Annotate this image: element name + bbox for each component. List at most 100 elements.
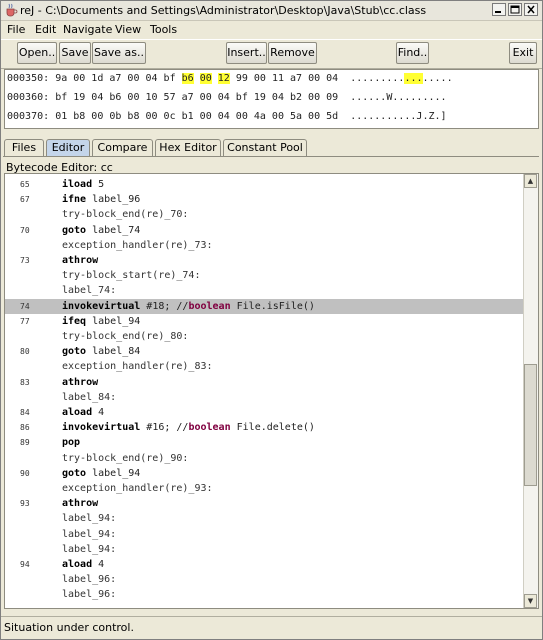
scroll-up-icon[interactable]: ▲ <box>524 174 537 188</box>
code-text: label_94: <box>62 527 116 542</box>
maximize-icon[interactable] <box>508 3 522 16</box>
code-line[interactable]: try-block_end(re)_90: <box>5 451 524 466</box>
code-line[interactable]: 90 goto label_94 <box>5 466 524 481</box>
opcode: iload <box>62 179 93 190</box>
code-text: try-block_end(re)_90: <box>62 451 188 466</box>
tab-constant-pool[interactable]: Constant Pool <box>223 139 307 156</box>
label-marker: label_84: <box>62 391 117 403</box>
label-marker: label_96: <box>62 574 117 586</box>
menu-tools[interactable]: Tools <box>150 23 177 36</box>
code-line[interactable]: try-block_end(re)_80: <box>5 329 524 344</box>
code-line[interactable]: label_96: <box>5 572 524 587</box>
tab-editor[interactable]: Editor <box>46 139 90 156</box>
opcode: goto <box>62 224 87 236</box>
code-line[interactable]: 86 invokevirtual #16; //boolean File.dele… <box>5 420 524 435</box>
hex-byte-highlighted: 00 <box>199 73 212 84</box>
label-marker: label_74: <box>62 285 117 297</box>
opcode: athrow <box>62 376 99 388</box>
save-as-button[interactable]: Save as.. <box>92 42 146 64</box>
open-button[interactable]: Open.. <box>17 42 57 64</box>
line-offset: 74 <box>20 301 30 311</box>
code-line[interactable]: exception_handler(re)_83: <box>5 359 524 374</box>
code-line[interactable]: label_94: <box>5 511 524 526</box>
code-line[interactable]: 73 athrow <box>5 253 524 268</box>
code-line[interactable]: label_84: <box>5 390 524 405</box>
code-line[interactable]: try-block_end(re)_70: <box>5 207 524 222</box>
hex-ascii: ...........J.Z.] <box>350 111 447 122</box>
operand: label_84 <box>86 346 141 358</box>
operand: 5 <box>92 179 105 190</box>
label-marker: label_94: <box>62 513 117 525</box>
line-offset: 80 <box>20 347 30 357</box>
code-line[interactable]: 94 aload 4 <box>5 557 524 572</box>
find-button[interactable]: Find.. <box>396 42 429 64</box>
line-offset: 84 <box>20 408 30 417</box>
code-line[interactable]: try-block_start(re)_74: <box>5 268 524 283</box>
opcode: goto <box>62 346 87 358</box>
code-text: exception_handler(re)_73: <box>62 238 213 253</box>
code-text: exception_handler(re)_93: <box>62 481 213 496</box>
line-offset: 86 <box>20 423 30 433</box>
code-text: ifeq label_94 <box>62 314 140 329</box>
insert-button[interactable]: Insert.. <box>226 42 267 64</box>
menu-view[interactable]: View <box>115 23 141 36</box>
scroll-down-icon[interactable]: ▼ <box>524 594 537 608</box>
status-bar: Situation under control. <box>4 621 134 634</box>
code-text: try-block_start(re)_74: <box>62 268 200 283</box>
code-line[interactable]: 70 goto label_74 <box>5 223 524 238</box>
code-text: athrow <box>62 496 98 511</box>
code-line[interactable]: 83 athrow <box>5 375 524 390</box>
code-line[interactable]: 80 goto label_84 <box>5 344 524 359</box>
code-line[interactable]: 93 athrow <box>5 496 524 511</box>
remove-button[interactable]: Remove <box>268 42 317 64</box>
opcode: ifeq <box>62 315 87 327</box>
code-line[interactable]: exception_handler(re)_73: <box>5 238 524 253</box>
label-marker: label_96: <box>62 589 117 601</box>
hex-line: 000370: 01 b8 00 0b b8 00 0c b1 00 04 00… <box>7 111 447 122</box>
code-text: aload 4 <box>62 557 104 572</box>
menu-navigate[interactable]: Navigate <box>63 23 112 36</box>
bytecode-editor[interactable]: 65 iload 5 67 ifne label_96 try-block_end(re… <box>4 173 539 609</box>
hex-bytes: 9a 00 1d a7 00 04 bf <box>55 73 182 84</box>
code-line[interactable]: label_94: <box>5 527 524 542</box>
code-text: exception_handler(re)_83: <box>62 359 213 374</box>
code-line[interactable]: label_96: <box>5 587 524 602</box>
menu-file[interactable]: File <box>7 23 25 36</box>
hex-ascii: ..... <box>422 73 453 84</box>
tab-files[interactable]: Files <box>4 139 44 156</box>
label-marker: try-block_end(re)_80: <box>62 331 189 342</box>
title-bar[interactable]: reJ - C:\Documents and Settings\Administ… <box>1 1 542 21</box>
code-line[interactable]: 67 ifne label_96 <box>5 192 524 207</box>
code-text: label_94: <box>62 511 116 526</box>
hex-byte-highlighted: b6 <box>181 73 194 84</box>
minimize-icon[interactable] <box>492 3 506 16</box>
code-line[interactable]: 77 ifeq label_94 <box>5 314 524 329</box>
tab-compare[interactable]: Compare <box>92 139 153 156</box>
opcode: invokevirtual <box>62 300 141 312</box>
exit-button[interactable]: Exit <box>509 42 537 64</box>
hex-view[interactable]: 000350: 9a 00 1d a7 00 04 bf b6 00 12 99… <box>4 69 539 129</box>
code-text: try-block_end(re)_70: <box>62 207 188 222</box>
code-line[interactable]: 74 invokevirtual #18; //boolean File.isFi… <box>5 298 524 314</box>
code-text: label_96: <box>62 587 116 602</box>
code-line[interactable]: exception_handler(re)_93: <box>5 481 524 496</box>
code-line[interactable]: label_94: <box>5 542 524 557</box>
hex-address: 000370: <box>7 111 50 122</box>
hex-bytes: 01 b8 00 0b b8 00 0c b1 00 04 00 4a 00 5… <box>55 111 339 122</box>
opcode: aload <box>62 559 93 570</box>
close-icon[interactable] <box>524 3 538 16</box>
label-marker: try-block_end(re)_90: <box>62 452 189 464</box>
menu-edit[interactable]: Edit <box>35 23 56 36</box>
tab-divider <box>3 156 539 157</box>
code-line[interactable]: label_74: <box>5 283 524 298</box>
code-line[interactable]: 65 iload 5 <box>5 177 524 192</box>
code-line[interactable]: 84 aload 4 <box>5 405 524 420</box>
line-offset: 89 <box>20 438 30 448</box>
tab-hex-editor[interactable]: Hex Editor <box>155 139 221 156</box>
code-line[interactable]: 89 pop <box>5 435 524 450</box>
scrollbar-thumb[interactable] <box>524 364 537 486</box>
save-button[interactable]: Save <box>59 42 91 64</box>
operand: label_96 <box>86 194 141 206</box>
vertical-scrollbar[interactable]: ▲ ▼ <box>523 174 538 608</box>
operand: label_94 <box>86 467 141 479</box>
